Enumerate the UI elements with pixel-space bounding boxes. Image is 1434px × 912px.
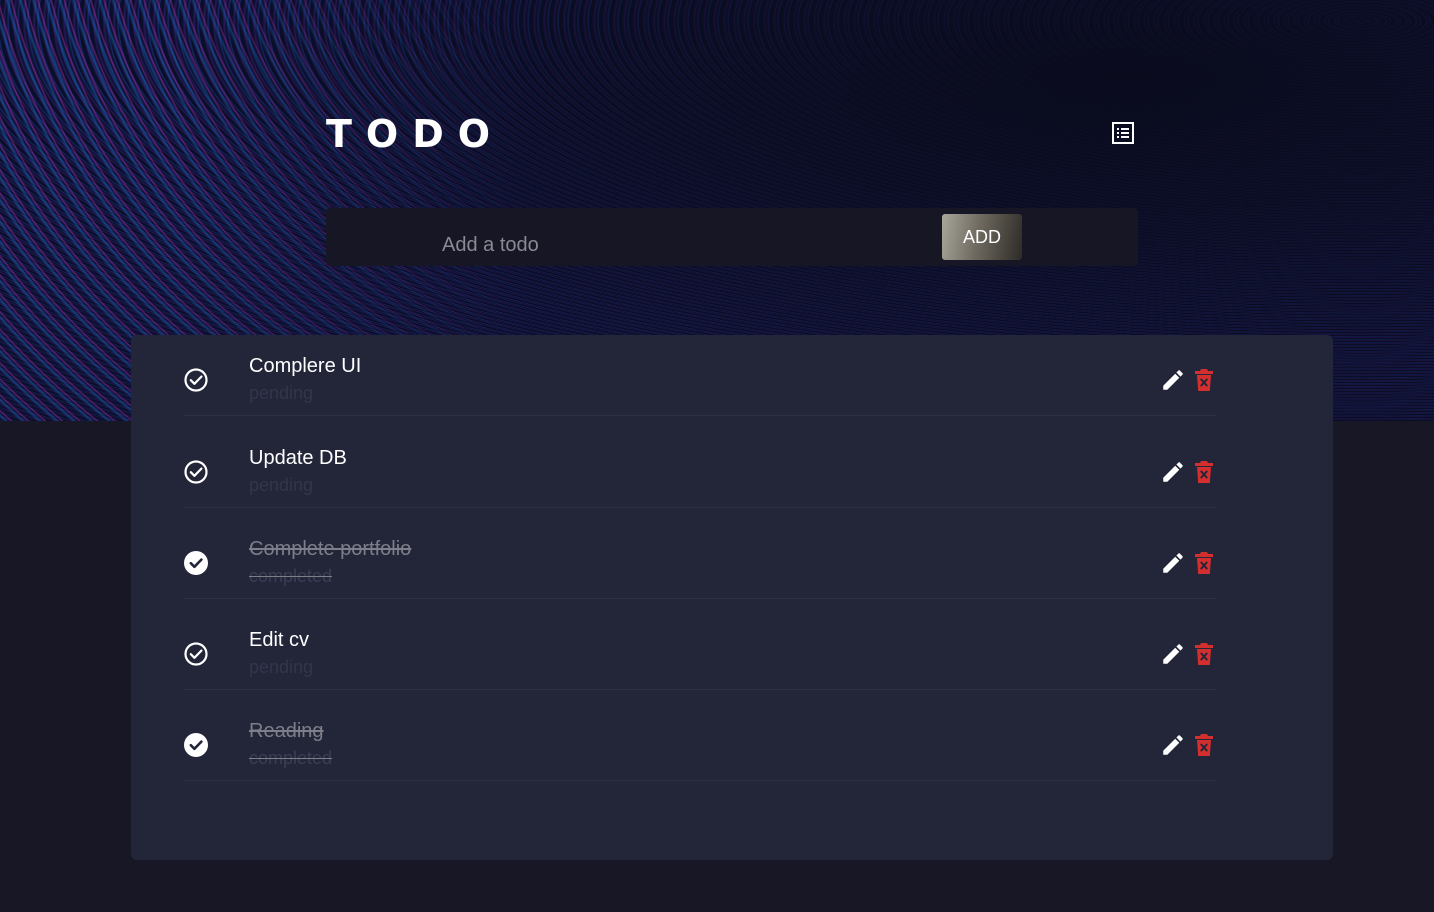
todo-item: Complete portfolio completed	[183, 518, 1217, 599]
add-button[interactable]: ADD	[942, 214, 1022, 260]
todo-list: Complere UI pending Update DB pending Co…	[131, 335, 1333, 860]
todo-title: Complete portfolio	[249, 538, 412, 560]
todo-status: pending	[249, 383, 314, 403]
todo-title: Complere UI	[249, 355, 362, 377]
todo-status: pending	[249, 657, 314, 677]
todo-item: Edit cv pending	[183, 609, 1217, 690]
todo-title: Reading	[249, 720, 324, 742]
todo-status: pending	[249, 475, 314, 495]
trash-icon[interactable]	[1192, 367, 1216, 393]
check-circle-outline-icon[interactable]	[183, 641, 209, 667]
pencil-icon[interactable]	[1160, 459, 1186, 485]
check-circle-outline-icon[interactable]	[183, 367, 209, 393]
todo-title: Update DB	[249, 447, 347, 469]
check-circle-outline-icon[interactable]	[183, 459, 209, 485]
todo-item: Complere UI pending	[183, 335, 1217, 416]
pencil-icon[interactable]	[1160, 732, 1186, 758]
pencil-icon[interactable]	[1160, 367, 1186, 393]
pencil-icon[interactable]	[1160, 641, 1186, 667]
todo-status: completed	[249, 566, 333, 586]
pencil-icon[interactable]	[1160, 550, 1186, 576]
check-circle-filled-icon[interactable]	[183, 732, 209, 758]
todo-title: Edit cv	[249, 629, 310, 651]
check-circle-filled-icon[interactable]	[183, 550, 209, 576]
trash-icon[interactable]	[1192, 641, 1216, 667]
trash-icon[interactable]	[1192, 732, 1216, 758]
add-todo-form: ADD	[326, 208, 1138, 266]
todo-input[interactable]	[326, 208, 938, 266]
todo-item: Update DB pending	[183, 427, 1217, 508]
list-icon[interactable]	[1110, 120, 1136, 146]
app-title: TODO	[326, 112, 505, 156]
todo-status: completed	[249, 748, 333, 768]
todo-item: Reading completed	[183, 700, 1217, 781]
trash-icon[interactable]	[1192, 459, 1216, 485]
trash-icon[interactable]	[1192, 550, 1216, 576]
